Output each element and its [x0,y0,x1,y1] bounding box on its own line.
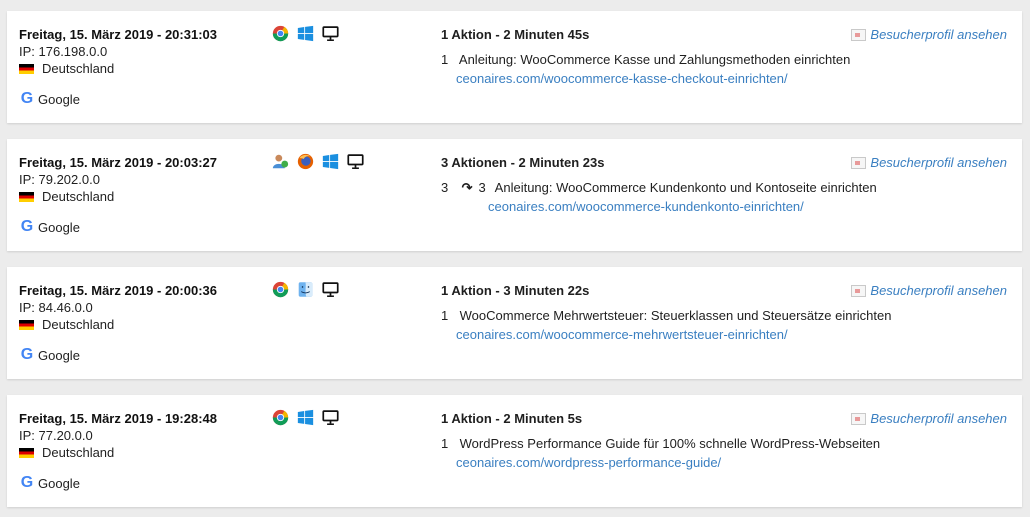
visitor-profile-label: Besucherprofil ansehen [870,155,1007,170]
action-title: WooCommerce Mehrwertsteuer: Steuerklasse… [459,308,892,323]
google-icon: G [20,346,34,363]
visitor-profile-link[interactable]: Besucherprofil ansehen [851,283,1007,298]
visitor-profile-link[interactable]: Besucherprofil ansehen [851,411,1007,426]
visitor-profile-icon [851,284,867,297]
action-item: 3 ↷ 3 Anleitung: WooCommerce Kundenkonto … [441,180,877,196]
visit-country: Deutschland [19,189,114,204]
visit-ip: IP: 176.198.0.0 [19,44,108,59]
germany-flag-icon [19,319,34,330]
action-url-link[interactable]: ceonaires.com/wordpress-performance-guid… [456,455,721,470]
country-label: Deutschland [42,445,115,460]
action-item: 1 WooCommerce Mehrwertsteuer: Steuerklas… [441,308,891,323]
action-number: 1 [441,52,449,67]
country-label: Deutschland [42,317,115,332]
visit-ip: IP: 79.202.0.0 [19,172,100,187]
visit-ip: IP: 77.20.0.0 [19,428,93,443]
google-icon: G [20,90,34,107]
referrer-label: Google [38,91,80,107]
action-url-link[interactable]: ceonaires.com/woocommerce-kasse-checkout… [456,71,788,86]
country-label: Deutschland [42,61,115,76]
desktop-icon [322,409,339,426]
desktop-icon [322,25,339,42]
action-number: 1 [441,436,449,451]
visit-card: Freitag, 15. März 2019 - 19:28:48 IP: 77… [7,395,1022,507]
visitor-device-icons [272,281,339,298]
action-url-link[interactable]: ceonaires.com/woocommerce-kundenkonto-ei… [488,199,804,214]
action-number: 3 [441,180,449,195]
action-title: Anleitung: WooCommerce Kundenkonto und K… [494,180,877,195]
country-label: Deutschland [42,189,115,204]
visit-summary: 1 Aktion - 2 Minuten 5s [441,411,583,426]
reload-count: 3 [478,180,486,195]
action-url-link[interactable]: ceonaires.com/woocommerce-mehrwertsteuer… [456,327,788,342]
visit-referrer: G Google [19,219,80,235]
desktop-icon [322,281,339,298]
visit-referrer: G Google [19,347,80,363]
visitor-profile-icon [851,156,867,169]
visit-datetime: Freitag, 15. März 2019 - 20:03:27 [19,155,217,170]
visitor-profile-label: Besucherprofil ansehen [870,27,1007,42]
visit-country: Deutschland [19,61,114,76]
germany-flag-icon [19,191,34,202]
visit-card: Freitag, 15. März 2019 - 20:00:36 IP: 84… [7,267,1022,379]
visitor-profile-link[interactable]: Besucherprofil ansehen [851,27,1007,42]
action-item: 1 Anleitung: WooCommerce Kasse und Zahlu… [441,52,850,67]
visitor-profile-icon [851,412,867,425]
referrer-label: Google [38,219,80,235]
visit-country: Deutschland [19,317,114,332]
visitor-device-icons [272,153,364,170]
visitor-device-icons [272,409,339,426]
germany-flag-icon [19,447,34,458]
returning-visitor-icon [272,153,289,170]
action-number: 1 [441,308,449,323]
visitor-profile-link[interactable]: Besucherprofil ansehen [851,155,1007,170]
visit-datetime: Freitag, 15. März 2019 - 20:00:36 [19,283,217,298]
chrome-icon [272,281,289,298]
visitor-profile-label: Besucherprofil ansehen [870,283,1007,298]
action-title: WordPress Performance Guide für 100% sch… [459,436,881,451]
visit-referrer: G Google [19,91,80,107]
visitor-profile-icon [851,28,867,41]
google-icon: G [20,218,34,235]
page-reload-icon: ↷ [461,180,473,195]
google-icon: G [20,474,34,491]
visit-referrer: G Google [19,475,80,491]
visit-ip: IP: 84.46.0.0 [19,300,93,315]
visit-card: Freitag, 15. März 2019 - 20:31:03 IP: 17… [7,11,1022,123]
chrome-icon [272,25,289,42]
chrome-icon [272,409,289,426]
visit-datetime: Freitag, 15. März 2019 - 19:28:48 [19,411,217,426]
visit-summary: 1 Aktion - 3 Minuten 22s [441,283,590,298]
visit-summary: 3 Aktionen - 2 Minuten 23s [441,155,605,170]
visitor-profile-label: Besucherprofil ansehen [870,411,1007,426]
germany-flag-icon [19,63,34,74]
desktop-icon [347,153,364,170]
windows-icon [297,409,314,426]
action-item: 1 WordPress Performance Guide für 100% s… [441,436,880,451]
visitor-device-icons [272,25,339,42]
visit-datetime: Freitag, 15. März 2019 - 20:31:03 [19,27,217,42]
action-title: Anleitung: WooCommerce Kasse und Zahlung… [458,52,851,67]
mac-finder-icon [297,281,314,298]
referrer-label: Google [38,475,80,491]
firefox-icon [297,153,314,170]
windows-icon [322,153,339,170]
windows-icon [297,25,314,42]
visit-summary: 1 Aktion - 2 Minuten 45s [441,27,590,42]
visit-country: Deutschland [19,445,114,460]
referrer-label: Google [38,347,80,363]
visit-card: Freitag, 15. März 2019 - 20:03:27 IP: 79… [7,139,1022,251]
